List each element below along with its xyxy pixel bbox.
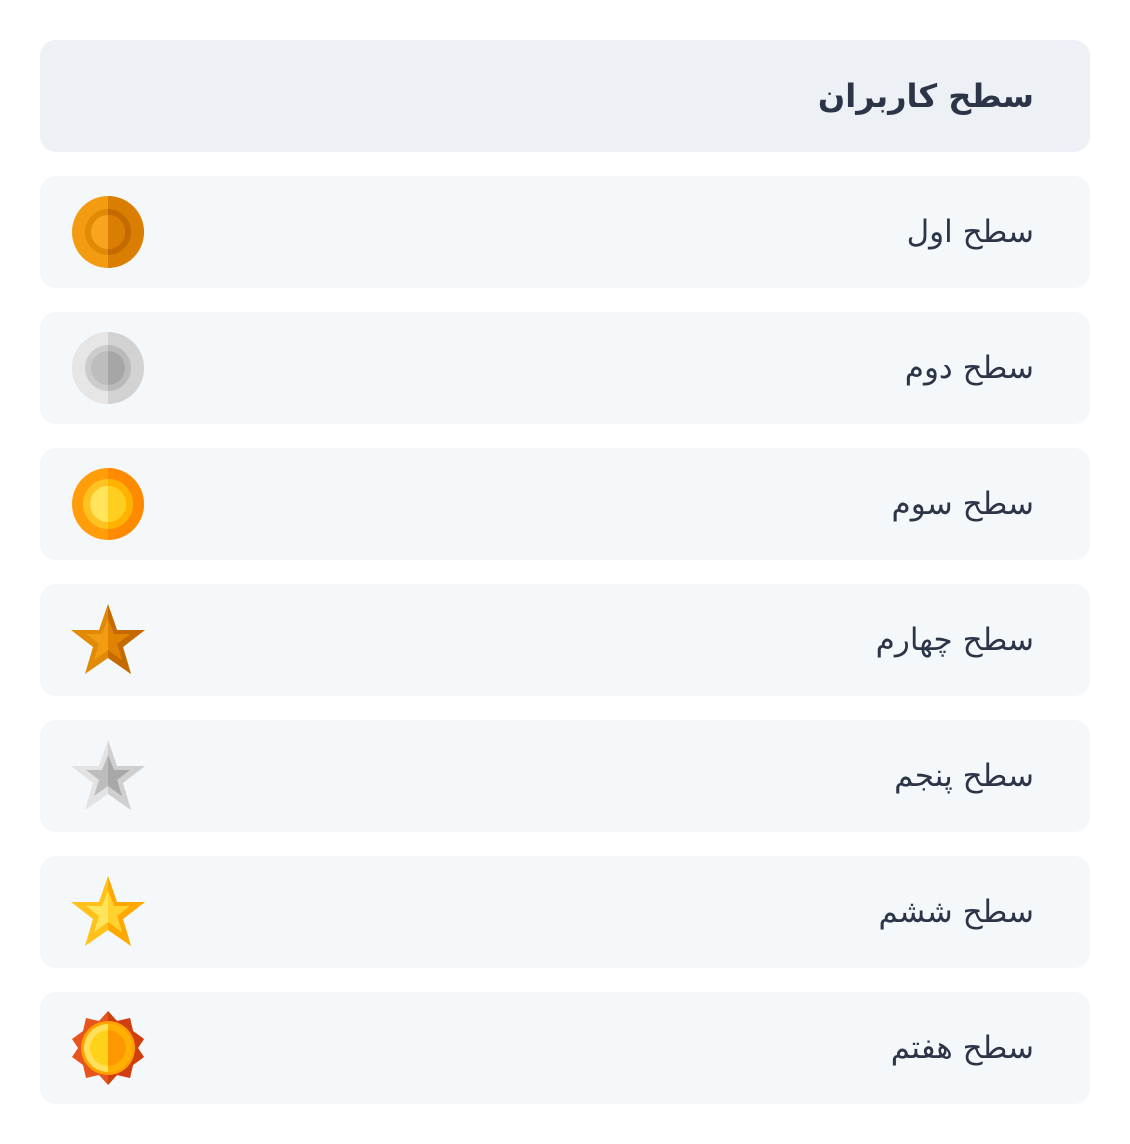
level-row-2[interactable]: سطح دوم <box>40 312 1090 424</box>
level-row-6[interactable]: سطح ششم <box>40 856 1090 968</box>
silver-medal-icon <box>70 330 146 406</box>
gold-star-icon <box>70 874 146 950</box>
level-label: سطح پنجم <box>894 757 1034 794</box>
gold-medal-icon <box>70 466 146 542</box>
level-row-4[interactable]: سطح چهارم <box>40 584 1090 696</box>
level-row-3[interactable]: سطح سوم <box>40 448 1090 560</box>
levels-list: سطح اول سطح دوم سطح سوم سطح چهارم سطح پن… <box>0 176 1130 1104</box>
level-row-7[interactable]: سطح هفتم <box>40 992 1090 1104</box>
bronze-star-icon <box>70 602 146 678</box>
silver-star-icon <box>70 738 146 814</box>
level-label: سطح ششم <box>878 893 1034 930</box>
user-levels-page: سطح کاربران سطح اول سطح دوم سطح سوم سطح … <box>0 0 1130 1144</box>
level-label: سطح چهارم <box>875 621 1034 658</box>
level-row-1[interactable]: سطح اول <box>40 176 1090 288</box>
levels-header: سطح کاربران <box>40 40 1090 152</box>
level-label: سطح هفتم <box>890 1029 1034 1066</box>
level-label: سطح اول <box>906 213 1034 250</box>
bronze-medal-icon <box>70 194 146 270</box>
levels-header-title: سطح کاربران <box>817 77 1034 115</box>
sun-badge-icon <box>70 1010 146 1086</box>
level-row-5[interactable]: سطح پنجم <box>40 720 1090 832</box>
level-label: سطح سوم <box>891 485 1034 522</box>
level-label: سطح دوم <box>904 349 1034 386</box>
